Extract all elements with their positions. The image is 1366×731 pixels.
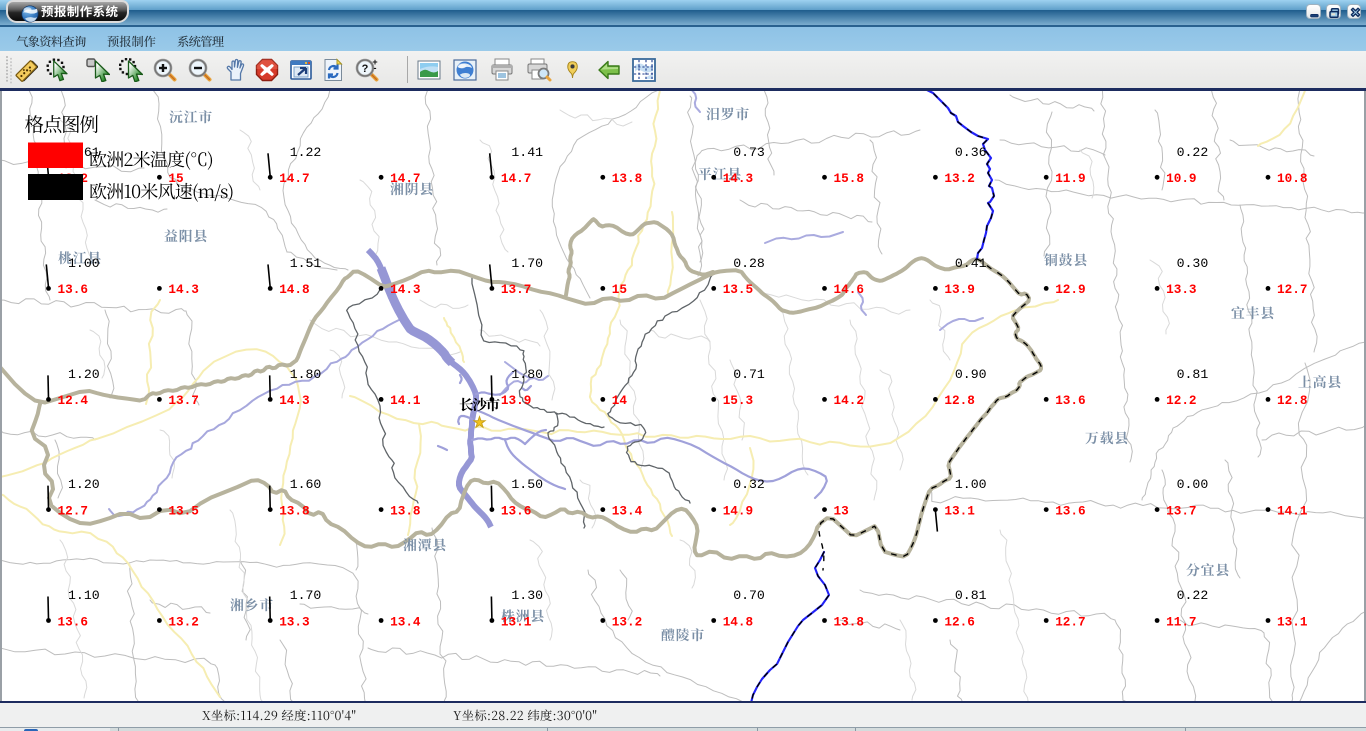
- svg-text:13.6: 13.6: [58, 614, 88, 629]
- svg-text:13.8: 13.8: [612, 171, 642, 186]
- svg-text:13.2: 13.2: [944, 171, 974, 186]
- svg-text:1.70: 1.70: [511, 256, 543, 271]
- svg-text:13.6: 13.6: [1055, 393, 1085, 408]
- svg-text:13.3: 13.3: [1166, 282, 1196, 297]
- svg-text:13.1: 13.1: [501, 614, 532, 629]
- svg-text:0.22: 0.22: [1177, 145, 1209, 160]
- svg-text:14.1: 14.1: [390, 393, 421, 408]
- svg-text:-: -: [374, 63, 377, 73]
- svg-text:12.8: 12.8: [944, 393, 974, 408]
- svg-text:14.3: 14.3: [390, 282, 420, 297]
- svg-text:13.6: 13.6: [1055, 503, 1085, 518]
- svg-text:13.7: 13.7: [1166, 503, 1196, 518]
- svg-text:13.9: 13.9: [501, 393, 531, 408]
- svg-text:14.7: 14.7: [279, 171, 309, 186]
- svg-text:13.3: 13.3: [279, 614, 309, 629]
- svg-text:0.90: 0.90: [955, 367, 987, 382]
- svg-text:0.71: 0.71: [733, 367, 765, 382]
- svg-text:10.9: 10.9: [1166, 171, 1196, 186]
- svg-text:0.81: 0.81: [1177, 367, 1209, 382]
- svg-text:13.8: 13.8: [834, 614, 864, 629]
- svg-text:0.30: 0.30: [1177, 256, 1209, 271]
- svg-text:13.6: 13.6: [58, 282, 88, 297]
- svg-text:13.4: 13.4: [390, 614, 421, 629]
- svg-text:13.2: 13.2: [168, 614, 198, 629]
- svg-text:14.3: 14.3: [279, 393, 309, 408]
- svg-text:13.5: 13.5: [168, 503, 198, 518]
- svg-text:14.6: 14.6: [834, 282, 864, 297]
- svg-text:12.6: 12.6: [944, 614, 974, 629]
- svg-text:13.7: 13.7: [168, 393, 198, 408]
- svg-text:11.7: 11.7: [1166, 614, 1196, 629]
- svg-text:13.1: 13.1: [944, 503, 975, 518]
- svg-text:1.50: 1.50: [511, 477, 543, 492]
- svg-text:12.8: 12.8: [1277, 393, 1307, 408]
- svg-text:1.10: 1.10: [68, 588, 100, 603]
- svg-text:13.6: 13.6: [501, 503, 531, 518]
- svg-text:11.9: 11.9: [1055, 171, 1085, 186]
- svg-text:13.4: 13.4: [612, 503, 643, 518]
- svg-text:1.41: 1.41: [511, 145, 543, 160]
- svg-text:12.4: 12.4: [58, 393, 89, 408]
- svg-text:13.5: 13.5: [723, 282, 753, 297]
- svg-text:1.00: 1.00: [68, 256, 100, 271]
- svg-text:1.20: 1.20: [68, 367, 100, 382]
- svg-text:0.70: 0.70: [733, 588, 765, 603]
- svg-text:1.20: 1.20: [68, 477, 100, 492]
- svg-text:14.8: 14.8: [279, 282, 309, 297]
- svg-text:13.9: 13.9: [944, 282, 974, 297]
- svg-text:12.7: 12.7: [1055, 614, 1085, 629]
- svg-text:13.1: 13.1: [1277, 614, 1308, 629]
- svg-text:10.8: 10.8: [1277, 171, 1307, 186]
- svg-text:13.7: 13.7: [501, 282, 531, 297]
- svg-text:0.28: 0.28: [733, 256, 765, 271]
- svg-text:1.60: 1.60: [290, 477, 322, 492]
- svg-text:0.81: 0.81: [955, 588, 987, 603]
- svg-text:1.80: 1.80: [511, 367, 543, 382]
- svg-text:14.7: 14.7: [501, 171, 531, 186]
- svg-text:?: ?: [362, 63, 369, 75]
- svg-text:0.73: 0.73: [733, 145, 765, 160]
- svg-text:0.22: 0.22: [1177, 588, 1209, 603]
- svg-text:15.3: 15.3: [723, 393, 753, 408]
- svg-text:14.1: 14.1: [1277, 503, 1308, 518]
- svg-text:14.3: 14.3: [723, 171, 753, 186]
- svg-text:15.8: 15.8: [834, 171, 864, 186]
- svg-text:15: 15: [612, 282, 627, 297]
- svg-text:0.32: 0.32: [733, 477, 765, 492]
- svg-text:1.30: 1.30: [511, 588, 543, 603]
- svg-text:14.2: 14.2: [834, 393, 864, 408]
- svg-text:12.7: 12.7: [58, 503, 88, 518]
- svg-text:0.36: 0.36: [955, 145, 987, 160]
- svg-text:12.2: 12.2: [1166, 393, 1196, 408]
- svg-text:1.51: 1.51: [290, 256, 322, 271]
- svg-text:13.8: 13.8: [279, 503, 309, 518]
- svg-text:1.70: 1.70: [290, 588, 322, 603]
- svg-text:14.7: 14.7: [390, 171, 420, 186]
- svg-text:13.8: 13.8: [390, 503, 420, 518]
- svg-text:13: 13: [834, 503, 849, 518]
- svg-text:12.7: 12.7: [1277, 282, 1307, 297]
- svg-text:13.2: 13.2: [612, 614, 642, 629]
- svg-text:14: 14: [612, 393, 628, 408]
- svg-text:0.41: 0.41: [955, 256, 987, 271]
- svg-text:12.9: 12.9: [1055, 282, 1085, 297]
- svg-text:1.80: 1.80: [290, 367, 322, 382]
- svg-text:14.3: 14.3: [168, 282, 198, 297]
- svg-text:14.9: 14.9: [723, 503, 753, 518]
- svg-text:14.8: 14.8: [723, 614, 753, 629]
- svg-text:1.22: 1.22: [290, 145, 322, 160]
- svg-text:0.00: 0.00: [1177, 477, 1209, 492]
- svg-text:1.00: 1.00: [955, 477, 987, 492]
